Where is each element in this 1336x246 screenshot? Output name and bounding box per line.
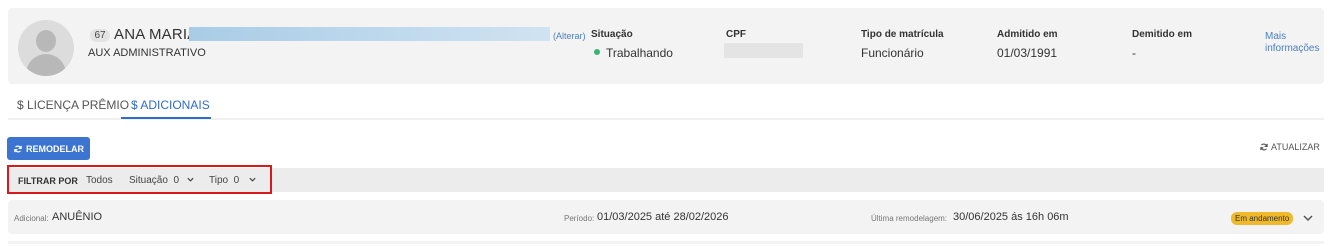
tipo-matricula-value: Funcionário	[861, 46, 924, 60]
refresh-label: ATUALIZAR	[1271, 142, 1320, 152]
demitido-label: Demitido em	[1132, 29, 1193, 40]
redacted-name-bar	[189, 27, 550, 41]
avatar	[18, 20, 74, 76]
employee-code-badge: 67	[90, 29, 110, 42]
avatar-body-shape	[26, 54, 66, 76]
tab-adicionais[interactable]: $ ADICIONAIS	[131, 98, 210, 112]
periodo-value: 01/03/2025 até 28/02/2026	[597, 211, 729, 223]
more-info-link[interactable]: Mais informações	[1265, 31, 1325, 55]
cpf-label: CPF	[726, 29, 746, 40]
refresh-icon	[1260, 143, 1268, 151]
situacao-label: Situação	[591, 29, 633, 40]
situacao-value: Trabalhando	[606, 46, 673, 60]
status-badge: Em andamento	[1231, 212, 1294, 225]
admitido-value: 01/03/1991	[997, 46, 1058, 60]
avatar-head-shape	[36, 30, 56, 52]
refresh-button[interactable]: ATUALIZAR	[1259, 142, 1320, 152]
employee-role: AUX ADMINISTRATIVO	[88, 47, 206, 59]
alter-link[interactable]: (Alterar)	[553, 31, 586, 41]
ultima-remodelagem-value: 30/06/2025 ás 16h 06m	[953, 211, 1069, 223]
redacted-cpf-bar	[724, 43, 803, 58]
ultima-remodelagem-label: Última remodelagem:	[871, 214, 948, 223]
periodo-label: Período:	[564, 214, 595, 223]
adicional-label: Adicional:	[14, 214, 49, 223]
active-tab-indicator	[121, 117, 211, 119]
admitido-label: Admitido em	[997, 29, 1058, 40]
tipo-matricula-label: Tipo de matrícula	[861, 29, 944, 40]
remodel-button[interactable]: REMODELAR	[7, 137, 90, 160]
demitido-value: -	[1132, 46, 1136, 60]
status-dot-icon	[594, 49, 600, 55]
employee-name: ANA MARIA	[114, 26, 198, 43]
tab-bar: $ LICENÇA PRÊMIO $ ADICIONAIS	[8, 92, 1324, 120]
remodel-label: REMODELAR	[26, 143, 84, 154]
tab-licenca-premio[interactable]: $ LICENÇA PRÊMIO	[17, 98, 129, 112]
next-row-edge	[8, 241, 1324, 244]
filter-highlight-box	[7, 165, 272, 194]
refresh-icon	[14, 144, 22, 153]
adicional-value: ANUÊNIO	[52, 211, 103, 223]
chevron-down-icon[interactable]	[1302, 212, 1314, 224]
